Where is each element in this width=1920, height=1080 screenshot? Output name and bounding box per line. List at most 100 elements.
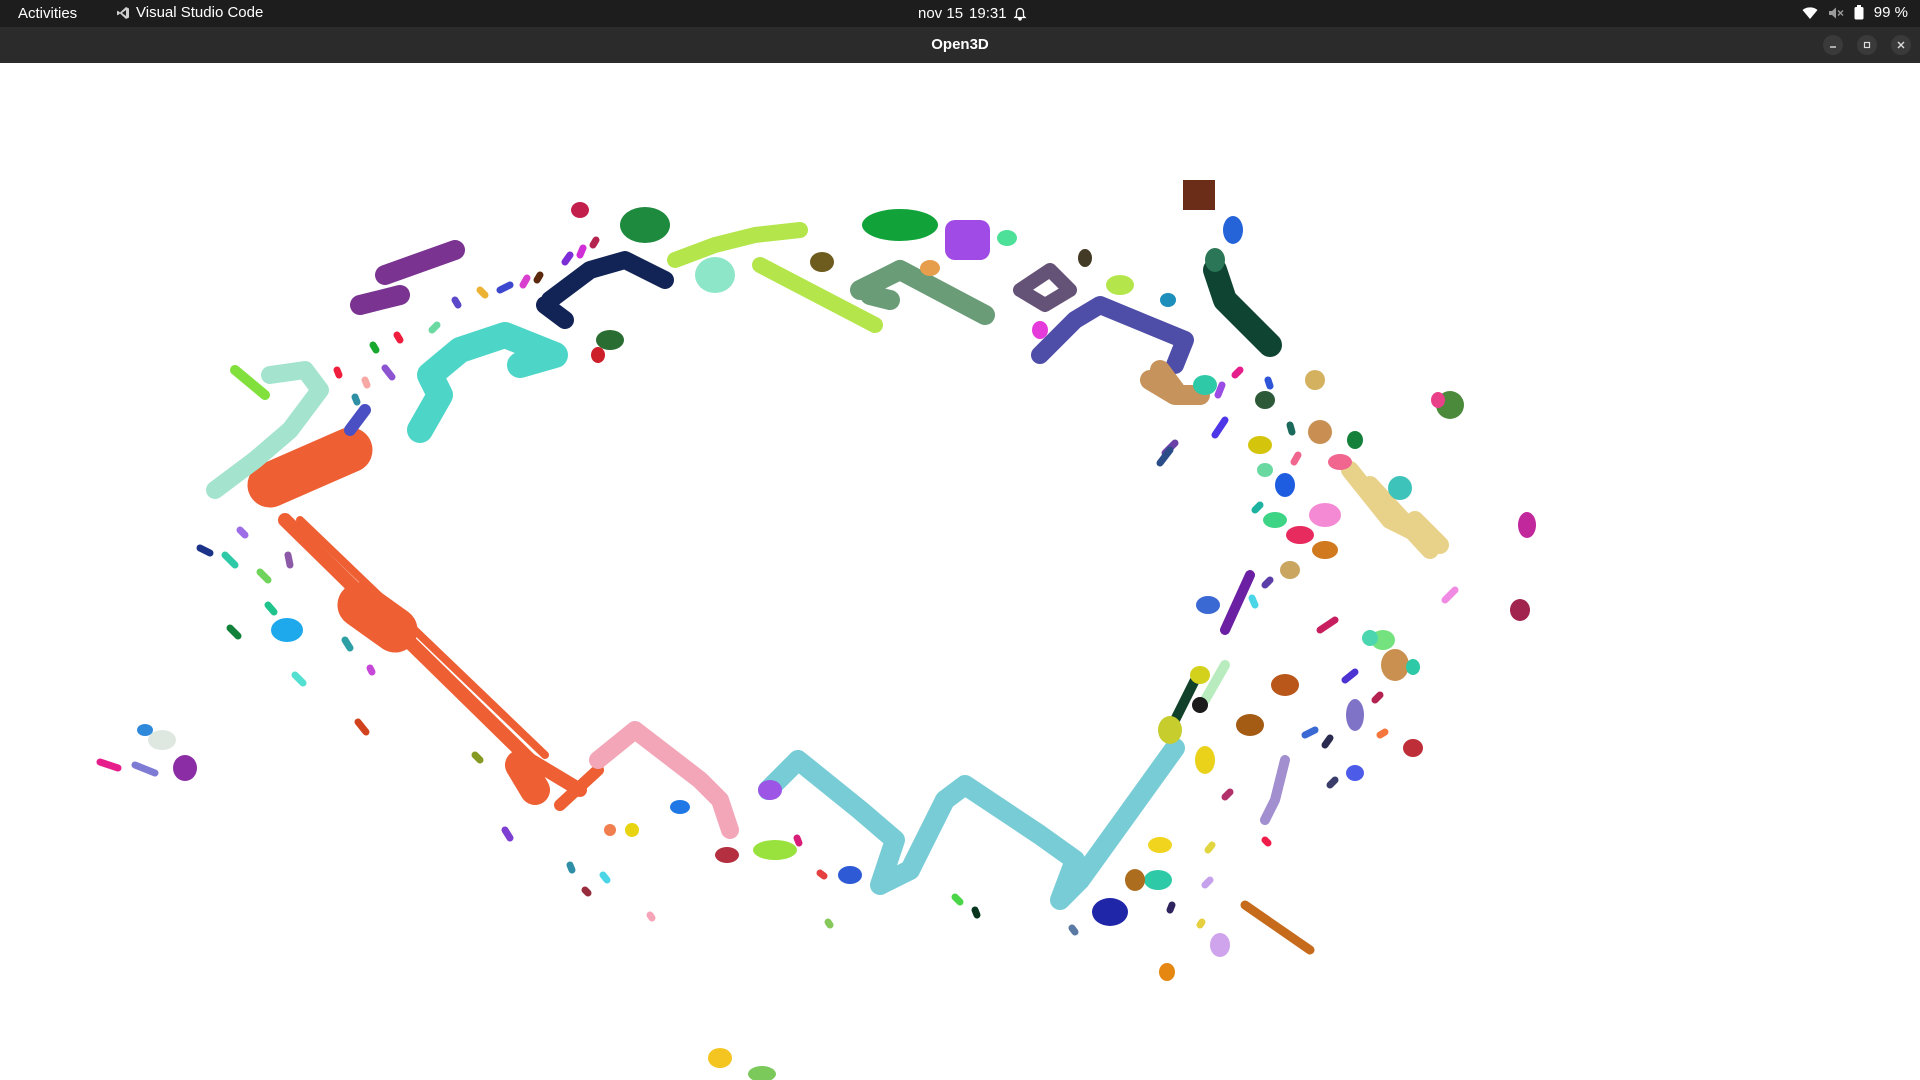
- cluster-fragment: [1316, 616, 1339, 634]
- cluster-fragment: [351, 393, 361, 406]
- cluster-blob: [1388, 476, 1412, 500]
- cluster-blob: [1275, 473, 1295, 497]
- cluster-blob: [1312, 541, 1338, 559]
- cluster-fragment: [369, 341, 380, 354]
- maximize-button[interactable]: [1857, 35, 1877, 55]
- cluster-blob: [1346, 699, 1364, 731]
- cluster-violet: [350, 240, 465, 315]
- open3d-viewport[interactable]: [0, 63, 1920, 1080]
- cluster-fragment: [284, 551, 294, 569]
- cluster-fragment: [291, 671, 307, 687]
- cluster-blob: [1403, 739, 1423, 757]
- cluster-blob: [1305, 370, 1325, 390]
- cluster-blob: [838, 866, 862, 884]
- cluster-fragment: [1286, 421, 1296, 436]
- close-button[interactable]: [1891, 35, 1911, 55]
- cluster-pink: [589, 721, 739, 839]
- cluster-fragment: [1261, 576, 1274, 589]
- cluster-blob: [1308, 420, 1332, 444]
- cluster-blob: [1518, 512, 1536, 538]
- cluster-blob: [1263, 512, 1287, 528]
- cluster-fragment: [824, 918, 834, 929]
- window-title-bar[interactable]: Open3D: [0, 27, 1920, 63]
- cluster-blob: [1148, 837, 1172, 853]
- cluster-blob: [1236, 714, 1264, 736]
- cluster-fragment: [1376, 728, 1389, 739]
- cluster-blob: [695, 257, 735, 293]
- activities-button[interactable]: Activities: [18, 5, 77, 22]
- cluster-blob: [1125, 869, 1145, 891]
- battery-percentage: 99 %: [1873, 4, 1908, 21]
- cluster-fragment: [1156, 446, 1174, 467]
- cluster-brown-arm: [1240, 900, 1315, 955]
- app-name: Visual Studio Code: [136, 4, 264, 21]
- cluster-blob: [1223, 216, 1243, 244]
- cluster-blob: [1346, 765, 1364, 781]
- cluster-blob: [1159, 963, 1175, 981]
- cluster-fragment: [1214, 381, 1226, 399]
- cluster-blob: [748, 1066, 776, 1080]
- cluster-fragment: [566, 861, 576, 874]
- cluster-fragment: [1068, 924, 1079, 936]
- cluster-blob: [1032, 321, 1048, 339]
- cluster-fragment: [1371, 691, 1384, 704]
- cluster-blob: [997, 230, 1017, 246]
- cluster-fragment: [221, 551, 239, 569]
- cluster-blob: [1183, 180, 1215, 210]
- cluster-tan: [1140, 360, 1210, 405]
- cluster-fragment: [366, 664, 376, 676]
- cluster-blob: [1510, 599, 1530, 621]
- date-label: nov 15: [918, 5, 964, 22]
- cluster-fragment: [951, 893, 964, 906]
- minimize-icon: [1830, 46, 1836, 48]
- cluster-fragment: [256, 568, 272, 584]
- cluster-navy: [536, 251, 674, 329]
- cluster-blob: [625, 823, 639, 837]
- cluster-indigo: [1031, 296, 1194, 374]
- clock[interactable]: nov 15 19:31: [918, 5, 1027, 22]
- minimize-button[interactable]: [1823, 35, 1843, 55]
- cluster-fragment: [1231, 366, 1244, 379]
- time-label: 19:31: [969, 5, 1007, 22]
- vscode-icon: [117, 6, 129, 19]
- cluster-blob: [1078, 249, 1092, 267]
- cluster-fragment: [581, 886, 592, 897]
- cluster-blob: [920, 260, 940, 276]
- cluster-fragment: [561, 251, 574, 266]
- small-fragments: [96, 236, 1459, 936]
- cluster-blob: [1328, 454, 1352, 470]
- cluster-fragment: [519, 274, 531, 289]
- cluster-blob: [1210, 933, 1230, 957]
- cluster-blob: [1309, 503, 1341, 527]
- cluster-fragment: [501, 826, 514, 842]
- cluster-fragment: [393, 331, 404, 344]
- cluster-blob: [1280, 561, 1300, 579]
- cluster-blob: [1160, 293, 1176, 307]
- cluster-fragment: [1301, 726, 1319, 739]
- cluster-blob: [1271, 674, 1299, 696]
- cluster-fragment: [1221, 788, 1234, 801]
- cluster-blob: [1192, 697, 1208, 713]
- cluster-blob: [1144, 870, 1172, 890]
- wifi-icon: [1802, 6, 1818, 19]
- cluster-blob: [753, 840, 797, 860]
- cluster-fragment: [131, 761, 159, 777]
- cluster-dark-green-bar: [1170, 675, 1200, 725]
- cluster-fragment: [341, 636, 354, 652]
- cluster-teal-bar: [344, 404, 371, 436]
- cluster-lavender-snake: [1260, 755, 1290, 825]
- cluster-blob: [1362, 630, 1378, 646]
- cluster-fragment: [471, 751, 484, 764]
- cluster-blob: [1286, 526, 1314, 544]
- system-tray[interactable]: 99 %: [1802, 4, 1908, 21]
- restore-icon: [1863, 41, 1871, 49]
- cluster-blob: [1196, 596, 1220, 614]
- cluster-blob: [810, 252, 834, 272]
- cluster-fragment: [1251, 501, 1264, 514]
- cluster-fragment: [1290, 451, 1302, 466]
- cluster-blob: [1193, 375, 1217, 395]
- cluster-lime-green: [230, 365, 270, 400]
- app-menu[interactable]: Visual Studio Code: [116, 4, 263, 21]
- cluster-fragment: [1321, 734, 1334, 749]
- cluster-blob: [1406, 659, 1420, 675]
